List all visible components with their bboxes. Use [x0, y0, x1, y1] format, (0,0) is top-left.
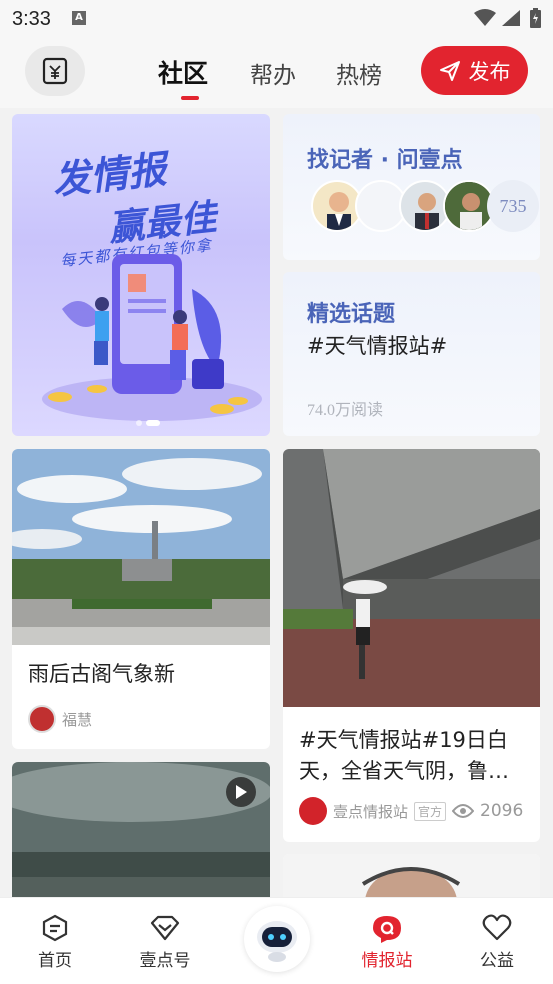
post-card[interactable]: #天气情报站#19日白天，全省天气阴，鲁… 壹点情报站 官方 2096 — [283, 449, 540, 842]
signal-icon — [502, 10, 520, 26]
official-badge: 官方 — [414, 801, 447, 821]
ask-reporter-card[interactable]: 找记者 · 问壹点 735 — [283, 114, 540, 260]
topic-tag: #天气情报站# — [307, 334, 448, 358]
reporter-card-title: 找记者 · 问壹点 — [307, 148, 463, 173]
play-icon — [236, 785, 247, 799]
active-tab-indicator — [181, 96, 199, 100]
nav-label: 公益 — [480, 951, 514, 971]
eye-icon — [452, 804, 475, 818]
post-image — [12, 449, 270, 645]
author-name: 福慧 — [62, 710, 93, 729]
tab-community[interactable]: 社区 — [158, 54, 208, 90]
topic-read-count: 74.0万阅读 — [307, 402, 384, 419]
author-avatar — [28, 705, 56, 733]
heart-icon — [482, 914, 512, 941]
post-card[interactable] — [283, 854, 540, 897]
intel-icon — [373, 916, 401, 943]
top-header: 社区 帮办 热榜 发布 — [0, 36, 553, 108]
wallet-icon — [42, 57, 68, 85]
post-title: 雨后古阁气象新 — [28, 662, 175, 686]
featured-topic-card[interactable]: 精选话题 #天气情报站# 74.0万阅读 — [283, 272, 540, 436]
nav-charity[interactable]: 公益 — [462, 914, 532, 971]
assistant-robot-button[interactable] — [244, 906, 310, 972]
banner-illustration — [42, 254, 262, 421]
banner-pager — [136, 420, 160, 426]
wallet-button[interactable] — [25, 46, 85, 96]
send-icon — [439, 60, 460, 81]
nav-label: 壹点号 — [139, 951, 191, 971]
home-icon — [42, 914, 68, 942]
diamond-icon — [150, 915, 180, 941]
reporter-avatars: 735 — [311, 180, 539, 232]
nav-home[interactable]: 首页 — [20, 914, 90, 971]
topic-card-title: 精选话题 — [307, 302, 396, 327]
publish-button[interactable]: 发布 — [421, 46, 528, 95]
post-title: #天气情报站#19日白天，全省天气阴，鲁… — [299, 728, 509, 783]
post-card[interactable] — [12, 762, 270, 897]
author-name: 壹点情报站 — [333, 802, 409, 821]
tab-help[interactable]: 帮办 — [250, 56, 296, 90]
post-card[interactable]: 雨后古阁气象新 福慧 — [12, 449, 270, 749]
battery-icon — [530, 8, 541, 28]
post-image — [283, 449, 540, 707]
robot-icon — [257, 921, 297, 962]
nav-intel-station[interactable]: 情报站 — [352, 914, 422, 971]
view-count: 2096 — [480, 801, 524, 821]
post-author[interactable]: 福慧 — [28, 705, 92, 733]
nav-label: 情报站 — [361, 951, 413, 971]
reporter-count: 735 — [487, 180, 539, 232]
bottom-nav: 首页 壹点号 情报站 公益 — [0, 897, 553, 984]
video-play-button[interactable] — [226, 777, 256, 807]
notification-a-icon: A — [72, 11, 86, 25]
status-time: 3:33 — [12, 8, 51, 30]
status-bar: 3:33 A — [0, 0, 553, 36]
post-image — [283, 854, 540, 897]
publish-label: 发布 — [468, 59, 511, 84]
nav-label: 首页 — [38, 951, 72, 971]
nav-yidianhao[interactable]: 壹点号 — [130, 914, 200, 971]
promo-banner[interactable]: 发情报 赢最佳 每天都有红包等你拿 — [12, 114, 270, 436]
tab-hot-list[interactable]: 热榜 — [336, 56, 382, 90]
wifi-icon — [474, 9, 496, 26]
author-avatar — [299, 797, 327, 825]
post-author[interactable]: 壹点情报站 官方 2096 — [299, 797, 523, 825]
